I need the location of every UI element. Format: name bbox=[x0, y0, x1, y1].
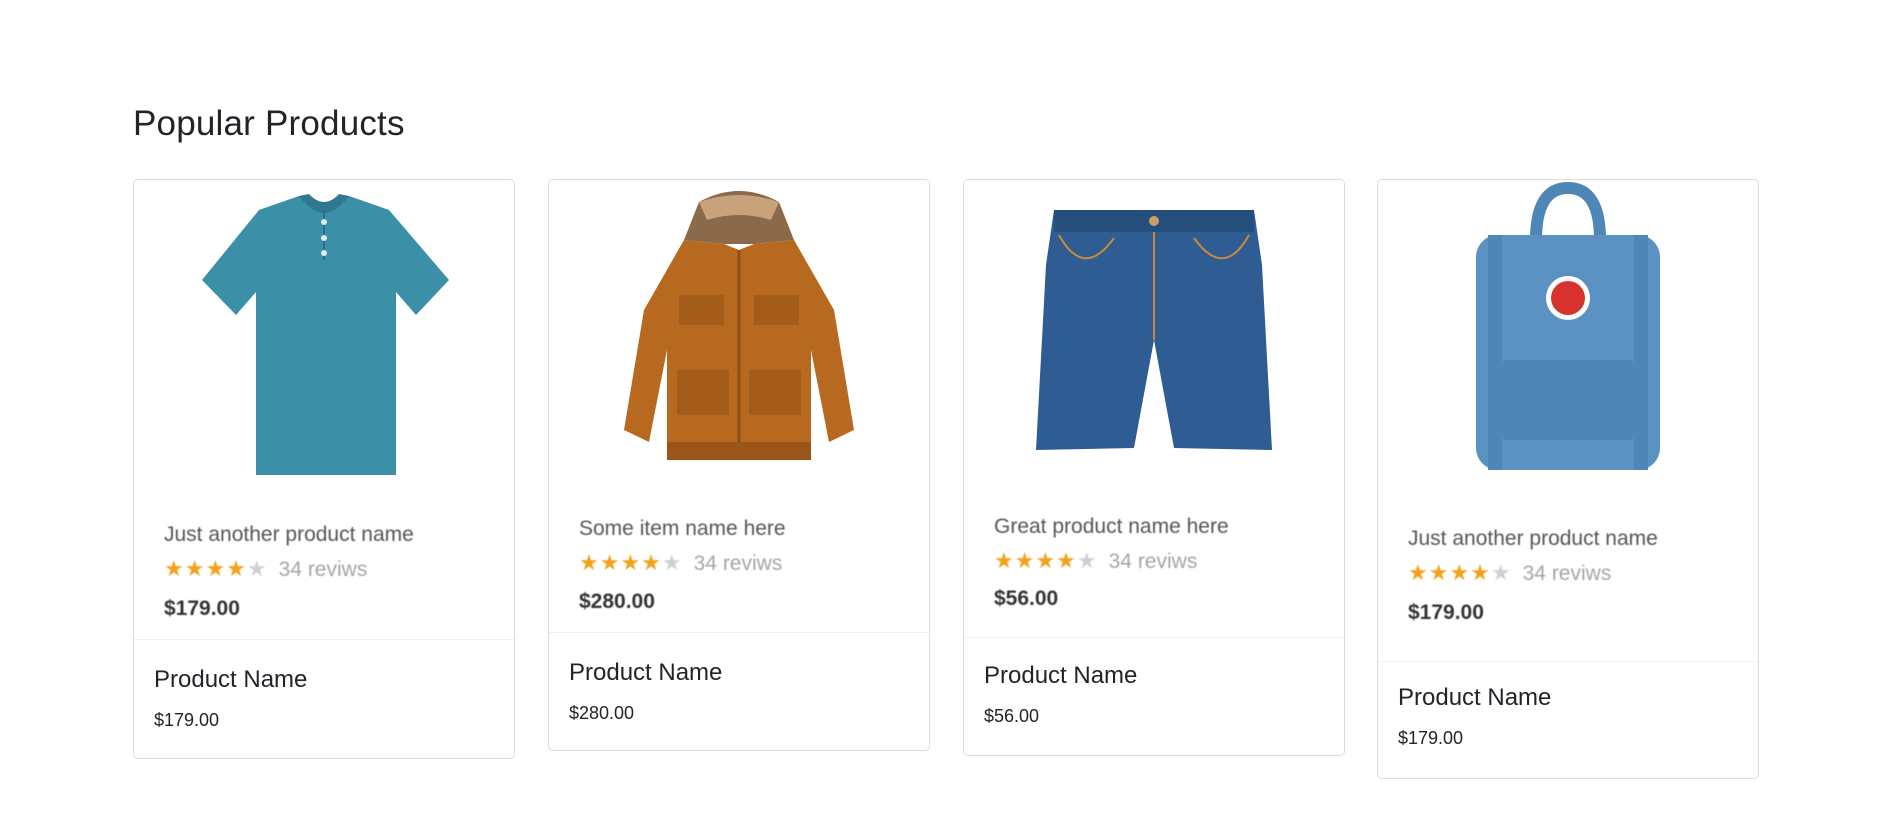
image-price: $56.00 bbox=[994, 587, 1059, 610]
image-price: $179.00 bbox=[164, 597, 240, 620]
image-price: $280.00 bbox=[579, 590, 655, 613]
image-reviews: 34 reviws bbox=[1108, 550, 1198, 573]
product-title[interactable]: Product Name bbox=[1398, 684, 1738, 712]
star-empty-icon: ★ bbox=[246, 556, 267, 581]
denim-shorts-icon bbox=[1036, 210, 1272, 450]
card-body: Product Name $56.00 bbox=[964, 662, 1344, 727]
product-price: $280.00 bbox=[569, 703, 635, 723]
image-reviews: 34 reviws bbox=[278, 558, 368, 581]
card-body: Product Name $179.00 bbox=[1378, 684, 1758, 749]
image-price: $179.00 bbox=[1408, 601, 1484, 624]
star-empty-icon: ★ bbox=[661, 550, 682, 575]
polo-shirt-icon bbox=[202, 194, 449, 475]
image-rating: ★★★★★ 34 reviws bbox=[164, 556, 367, 582]
product-card[interactable]: Some item name here ★★★★★ 34 reviws $280.… bbox=[548, 179, 930, 751]
image-reviews: 34 reviws bbox=[1522, 562, 1612, 585]
image-rating: ★★★★★ 34 reviws bbox=[1408, 560, 1611, 586]
image-product-name: Just another product name bbox=[164, 523, 414, 546]
product-title[interactable]: Product Name bbox=[984, 662, 1324, 690]
image-product-name: Some item name here bbox=[579, 517, 786, 540]
star-rating-icon: ★★★★ bbox=[164, 556, 247, 581]
star-rating-icon: ★★★★ bbox=[579, 550, 662, 575]
product-card[interactable]: Great product name here ★★★★★ 34 reviws $… bbox=[963, 179, 1345, 756]
product-image[interactable]: Some item name here ★★★★★ 34 reviws $280.… bbox=[549, 180, 929, 633]
star-empty-icon: ★ bbox=[1490, 560, 1511, 585]
image-rating: ★★★★★ 34 reviws bbox=[579, 550, 782, 576]
image-product-name: Just another product name bbox=[1408, 527, 1658, 550]
product-image[interactable]: Just another product name ★★★★★ 34 reviws… bbox=[1378, 180, 1758, 662]
product-title[interactable]: Product Name bbox=[154, 666, 494, 694]
star-empty-icon: ★ bbox=[1076, 548, 1097, 573]
backpack-icon bbox=[1476, 181, 1660, 470]
star-rating-icon: ★★★★ bbox=[1408, 560, 1491, 585]
image-rating: ★★★★★ 34 reviws bbox=[994, 548, 1197, 574]
product-title[interactable]: Product Name bbox=[569, 659, 909, 687]
product-price: $56.00 bbox=[984, 706, 1040, 726]
product-image[interactable]: Great product name here ★★★★★ 34 reviws $… bbox=[964, 180, 1344, 638]
parka-jacket-icon bbox=[624, 191, 854, 460]
card-body: Product Name $179.00 bbox=[134, 666, 514, 731]
product-price: $179.00 bbox=[154, 710, 220, 730]
card-body: Product Name $280.00 bbox=[549, 659, 929, 724]
product-card[interactable]: Just another product name ★★★★★ 34 reviws… bbox=[133, 179, 515, 759]
product-image[interactable]: Just another product name ★★★★★ 34 reviws… bbox=[134, 180, 514, 640]
product-card[interactable]: Just another product name ★★★★★ 34 reviws… bbox=[1377, 179, 1759, 779]
image-reviews: 34 reviws bbox=[693, 552, 783, 575]
section-title: Popular Products bbox=[133, 104, 405, 143]
product-price: $179.00 bbox=[1398, 728, 1464, 748]
image-product-name: Great product name here bbox=[994, 515, 1229, 538]
star-rating-icon: ★★★★ bbox=[994, 548, 1077, 573]
